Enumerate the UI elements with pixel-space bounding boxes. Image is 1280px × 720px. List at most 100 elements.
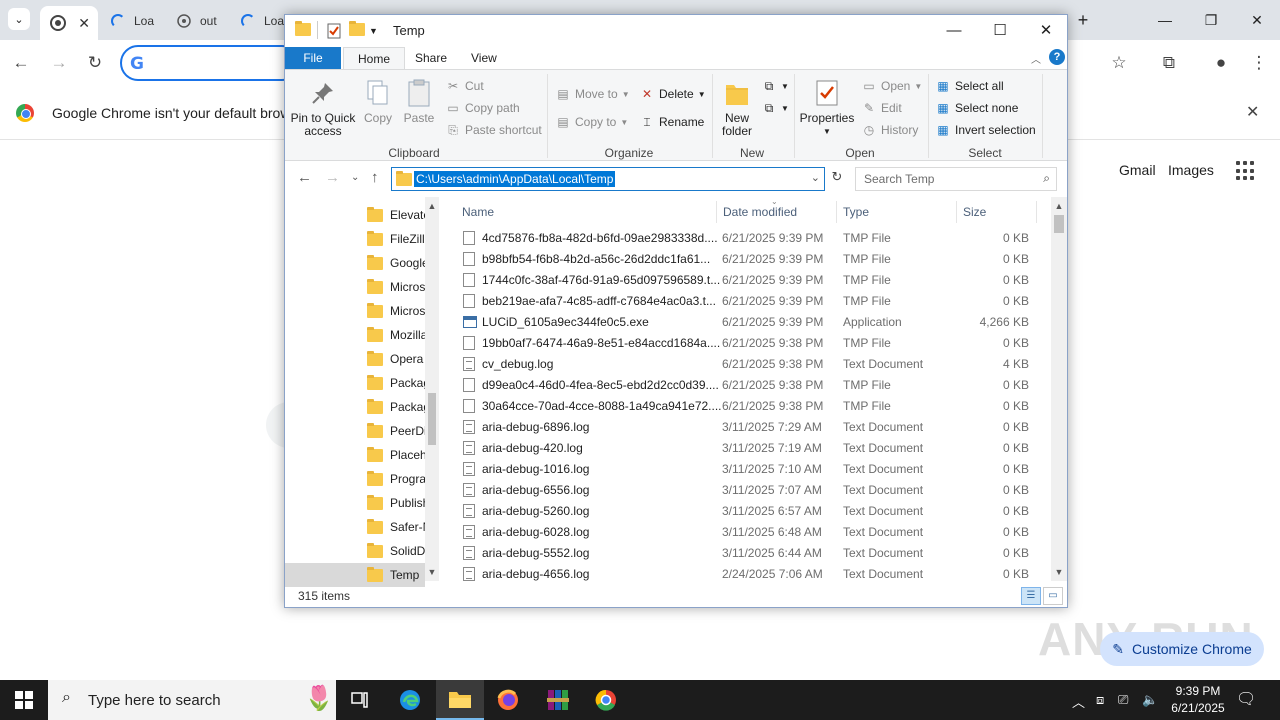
search-input[interactable]: Search Temp ⌕ [855,167,1057,191]
file-row[interactable]: aria-debug-420.log 3/11/2025 7:19 AM Text … [451,438,1041,459]
select-none-button[interactable]: ▦ Select none [935,98,1018,118]
collapse-ribbon-icon[interactable]: ︿ [1031,51,1041,66]
new-item-button[interactable]: ⧉ ▼ [761,76,789,96]
customize-chrome-button[interactable]: ✎ Customize Chrome [1100,632,1264,666]
file-row[interactable]: LUCiD_6105a9ec344fe0c5.exe 6/21/2025 9:39… [451,312,1041,333]
column-type-header[interactable]: Type [843,201,869,223]
file-row[interactable]: 4cd75876-fb8a-482d-b6fd-09ae2983338d....… [451,228,1041,249]
scroll-down-icon[interactable]: ▼ [426,567,438,577]
help-icon[interactable]: ? [1049,49,1065,65]
nav-item[interactable]: Mozilla [285,323,425,347]
edit-button[interactable]: ✎ Edit [861,98,902,118]
paste-shortcut-button[interactable]: ⎘ Paste shortcut [445,120,542,140]
file-row[interactable]: 19bb0af7-6474-46a9-8e51-e84accd1684a....… [451,333,1041,354]
column-size-header[interactable]: Size [963,201,986,223]
chrome-tab-1[interactable]: Loa [100,6,162,36]
scroll-up-icon[interactable]: ▲ [426,201,438,211]
task-view-icon[interactable] [336,680,384,720]
move-to-button[interactable]: ▤ Move to ▼ [555,84,629,104]
nav-scroll-thumb[interactable] [428,393,436,445]
refresh-icon[interactable]: ↻ [827,169,847,189]
file-row[interactable]: aria-debug-6896.log 3/11/2025 7:29 AM Text… [451,417,1041,438]
file-row[interactable]: b98bfb54-f6b8-4b2d-a56c-26d2ddc1fa61... 6… [451,249,1041,270]
nav-item[interactable]: Opera [285,347,425,371]
forward-arrow-icon[interactable]: → [325,169,340,186]
profile-button[interactable]: ● [1208,50,1234,76]
file-list-scrollbar[interactable]: ▲ ▼ [1051,197,1067,581]
reload-button[interactable]: ↻ [82,50,108,76]
google-apps-icon[interactable] [1236,161,1256,181]
quick-access-dropdown-icon[interactable]: ▼ [369,26,385,42]
file-scroll-thumb[interactable] [1054,215,1064,233]
address-bar[interactable]: C:\Users\admin\AppData\Local\Temp ⌄ [391,167,825,191]
explorer-minimize-button[interactable]: — [931,15,977,45]
chrome-restore-button[interactable]: ❐ [1188,0,1234,40]
nav-item[interactable]: Microso [285,299,425,323]
close-tab-icon[interactable]: ✕ [78,15,90,32]
tab-share[interactable]: Share [401,47,461,69]
omnibox[interactable]: G [120,45,300,81]
nav-item[interactable]: PeerDis [285,419,425,443]
file-row[interactable]: aria-debug-5260.log 3/11/2025 6:57 AM Text… [451,501,1041,522]
file-row[interactable]: aria-debug-4656.log 2/24/2025 7:06 AM Text… [451,564,1041,585]
forward-button[interactable]: → [46,50,72,76]
nav-item[interactable]: Google [285,251,425,275]
chrome-icon[interactable] [582,680,630,720]
tab-search-button[interactable]: ⌄ [8,8,30,30]
network-icon[interactable]: ⎚ [1118,692,1128,708]
system-clock[interactable]: 9:39 PM 6/21/2025 [1160,683,1236,717]
nav-item[interactable]: Program [285,467,425,491]
scroll-down-icon[interactable]: ▼ [1053,567,1065,577]
nav-item[interactable]: Temp [285,563,425,587]
large-icons-view-button[interactable]: ▭ [1043,587,1063,605]
nav-item[interactable]: Packag [285,395,425,419]
properties-check-icon[interactable] [327,23,343,39]
notifications-icon[interactable]: 🗨 [1236,689,1256,709]
bookmark-star-button[interactable]: ☆ [1106,50,1132,76]
nav-item[interactable]: Elevate [285,203,425,227]
tab-file[interactable]: File [285,47,341,69]
copy-button[interactable]: Copy [361,78,395,125]
copy-path-button[interactable]: ▭ Copy path [445,98,519,118]
file-row[interactable]: aria-debug-5552.log 3/11/2025 6:44 AM Text… [451,543,1041,564]
chrome-minimize-button[interactable]: — [1142,0,1188,40]
up-arrow-icon[interactable]: ↑ [371,169,379,186]
open-button[interactable]: ▭ Open ▼ [861,76,922,96]
new-folder-button[interactable]: New folder [717,78,757,138]
nav-item[interactable]: Placeho [285,443,425,467]
easy-access-button[interactable]: ⧉ ▼ [761,98,789,118]
file-row[interactable]: 30a64cce-70ad-4cce-8088-1a49ca941e72....… [451,396,1041,417]
recent-locations-icon[interactable]: ⌄ [351,172,359,183]
nav-item[interactable]: Publish [285,491,425,515]
edge-icon[interactable] [386,680,434,720]
explorer-close-button[interactable]: ✕ [1023,15,1067,45]
infobar-close-icon[interactable]: ✕ [1246,102,1259,122]
back-button[interactable]: ← [8,50,34,76]
nav-item[interactable]: Packag [285,371,425,395]
address-dropdown-icon[interactable]: ⌄ [811,171,820,184]
chrome-tab-3[interactable]: Loa [230,6,286,36]
file-explorer-icon[interactable] [436,680,484,720]
file-row[interactable]: d99ea0c4-46d0-4fea-8ec5-ebd2d2cc0d39....… [451,375,1041,396]
start-button[interactable] [0,680,48,720]
extensions-button[interactable]: ⧉ [1156,50,1182,76]
pin-quick-access-button[interactable]: Pin to Quick access [289,78,357,138]
firefox-icon[interactable] [484,680,532,720]
nav-item[interactable]: SolidDo [285,539,425,563]
invert-selection-button[interactable]: ▦ Invert selection [935,120,1035,140]
chrome-menu-button[interactable]: ⋮ [1246,50,1272,76]
details-view-button[interactable]: ☰ [1021,587,1041,605]
back-arrow-icon[interactable]: ← [297,169,312,186]
file-row[interactable]: 1744c0fc-38af-476d-91a9-65d097596589.t..… [451,270,1041,291]
explorer-maximize-button[interactable]: ☐ [977,15,1023,45]
chrome-tab-2[interactable]: out [166,6,232,36]
scroll-up-icon[interactable]: ▲ [1053,201,1065,211]
copy-to-button[interactable]: ▤ Copy to ▼ [555,112,628,132]
column-name-header[interactable]: Name [462,201,494,223]
tab-home[interactable]: Home [343,47,406,69]
history-button[interactable]: ◷ History [861,120,919,140]
properties-button[interactable]: Properties ▼ [799,78,855,138]
column-date-header[interactable]: Date modified [723,201,797,223]
winrar-icon[interactable] [534,680,582,720]
chrome-tab-active[interactable]: ✕ [40,6,98,40]
